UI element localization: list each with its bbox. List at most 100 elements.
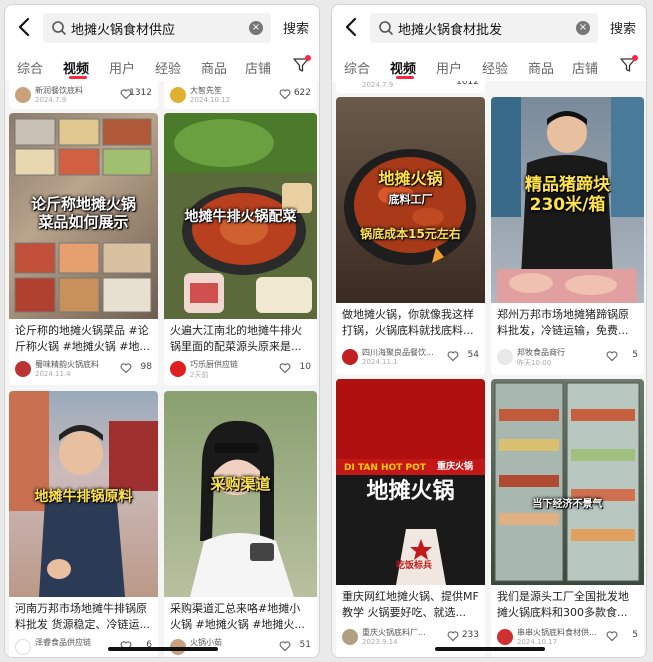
avatar[interactable]: [170, 361, 186, 377]
heart-icon[interactable]: [606, 630, 618, 642]
video-overlay-caption: 当下经济不景气: [532, 499, 603, 510]
heart-icon[interactable]: [447, 630, 459, 642]
video-thumbnail[interactable]: 地摊牛排火锅配菜: [164, 113, 317, 319]
tab-video[interactable]: 视频: [390, 58, 416, 77]
video-title[interactable]: 郑州万邦市场地摊猪蹄锅原料批发，冷链运输，免费...: [497, 307, 638, 339]
video-thumbnail[interactable]: 论斤称地摊火锅 菜品如何展示: [9, 113, 158, 319]
tab-products[interactable]: 商品: [201, 58, 227, 77]
video-title[interactable]: 火遍大江南北的地摊牛排火锅里面的配菜源头原来是...: [170, 323, 311, 355]
post-date: 2024.11.1: [362, 358, 398, 366]
card-meta: 串串火锅底料食材供... 2024.10.17 5: [497, 627, 638, 649]
like-count: 54: [467, 350, 479, 360]
post-date: 2024.10.17: [517, 638, 558, 646]
video-title[interactable]: 论斤称的地摊火锅菜品 #论斤称火锅 #地摊火锅 #地...: [15, 323, 152, 355]
filter-notification-dot: [632, 55, 638, 61]
video-overlay-caption: 地摊牛排火锅配菜: [184, 209, 297, 225]
avatar[interactable]: [497, 629, 513, 645]
video-card[interactable]: 地摊火锅 底料工厂 锅底成本15元左右 做地摊火锅，你就像我这样打锅，火锅底料就…: [336, 97, 485, 375]
search-button[interactable]: 搜索: [610, 18, 636, 37]
heart-icon[interactable]: [120, 362, 132, 374]
like-count: 1312: [129, 88, 152, 98]
video-thumbnail[interactable]: 地摊牛排锅原料: [9, 391, 158, 597]
tab-experience[interactable]: 经验: [482, 58, 508, 77]
post-date: 2024.11.4: [35, 370, 71, 378]
search-icon: [379, 21, 393, 35]
clear-icon[interactable]: ×: [576, 21, 590, 35]
video-thumbnail[interactable]: 地摊火锅 底料工厂 锅底成本15元左右: [336, 97, 485, 303]
post-date: 昨天10:00: [517, 359, 552, 367]
avatar[interactable]: [342, 349, 358, 365]
tab-video[interactable]: 视频: [63, 58, 89, 77]
home-indicator: [435, 647, 545, 651]
tab-comprehensive[interactable]: 综合: [17, 58, 43, 77]
heart-icon[interactable]: [279, 88, 291, 100]
author-name[interactable]: 邦牧食品商行: [517, 347, 609, 358]
video-overlay-caption: 地摊牛排锅原料: [34, 489, 133, 505]
video-title[interactable]: 做地摊火锅，你就像我这样打锅，火锅底料就找底料...: [342, 307, 479, 339]
video-thumbnail[interactable]: DI TAN HOT POT 重庆火锅 地摊火锅 吃饭标兵: [336, 379, 485, 585]
author-name[interactable]: 四川海聚良品餐饮...: [362, 347, 454, 358]
video-thumbnail[interactable]: 采购渠道: [164, 391, 317, 597]
video-card[interactable]: 地摊牛排锅原料 河南万邦市场地摊牛排锅原料批发 货源稳定、冷链运... 泽睿食品…: [9, 391, 158, 657]
avatar[interactable]: [15, 361, 31, 377]
author-name[interactable]: 新润餐饮底料: [35, 85, 127, 96]
card-partial[interactable]: 新润餐饮底料 2024.7.9 1312: [9, 81, 158, 109]
avatar[interactable]: [342, 629, 358, 645]
video-overlay-caption: 地摊火锅: [378, 169, 443, 188]
author-name[interactable]: 蜀味精韵火锅底料: [35, 359, 127, 370]
video-card[interactable]: 地摊牛排火锅配菜 火遍大江南北的地摊牛排火锅里面的配菜源头原来是... 巧乐厨供…: [164, 113, 317, 385]
card-partial[interactable]: 大智先笙 2024.10.12 622: [164, 81, 317, 109]
heart-icon[interactable]: [447, 350, 459, 362]
home-indicator: [108, 647, 218, 651]
video-overlay-bottom-caption: 锅底成本15元左右: [360, 227, 461, 241]
video-overlay-caption: 地摊火锅: [366, 479, 455, 504]
card-meta: 蜀味精韵火锅底料 2024.11.4 98: [15, 359, 152, 381]
tab-stores[interactable]: 店铺: [572, 58, 598, 77]
avatar[interactable]: [15, 87, 31, 103]
avatar[interactable]: [15, 639, 31, 655]
like-count: 10: [299, 362, 311, 372]
video-overlay-caption: 采购渠道: [210, 475, 271, 493]
card-partial[interactable]: 2024.7.9 1012: [336, 81, 485, 93]
heart-icon[interactable]: [279, 362, 291, 374]
tab-comprehensive[interactable]: 综合: [344, 58, 370, 77]
tab-products[interactable]: 商品: [528, 58, 554, 77]
search-query-text: 地摊火锅食材供应: [71, 23, 176, 38]
back-arrow-icon[interactable]: [15, 16, 35, 38]
tab-stores[interactable]: 店铺: [245, 58, 271, 77]
woman-portrait-image: [190, 420, 294, 597]
post-date: 2024.7.9: [35, 96, 67, 104]
video-card[interactable]: 采购渠道 采购渠道汇总来咯#地摊小火锅 #地摊火锅 #地摊火... 火锅小茹 5…: [164, 391, 317, 657]
search-input[interactable]: 地摊火锅食材批发 ×: [370, 13, 598, 43]
tab-users[interactable]: 用户: [109, 58, 135, 77]
video-title[interactable]: 我们是源头工厂全国批发地摊火锅底料和300多款食...: [497, 589, 638, 621]
author-name[interactable]: 串串火锅底料食材供...: [517, 627, 609, 638]
like-count: 51: [299, 640, 311, 650]
video-card[interactable]: DI TAN HOT POT 重庆火锅 地摊火锅 吃饭标兵 重庆网红地摊火锅、提…: [336, 379, 485, 657]
video-card[interactable]: 当下经济不景气 我们是源头工厂全国批发地摊火锅底料和300多款食... 串串火锅…: [491, 379, 644, 657]
video-title[interactable]: 重庆网红地摊火锅、提供MF教学 火锅要好吃、就选...: [342, 589, 479, 621]
heart-icon[interactable]: [606, 350, 618, 362]
back-arrow-icon[interactable]: [342, 16, 362, 38]
video-thumbnail[interactable]: 精品猪蹄块 230米/箱: [491, 97, 644, 303]
video-thumbnail[interactable]: 当下经济不景气: [491, 379, 644, 585]
avatar[interactable]: [170, 87, 186, 103]
heart-icon[interactable]: [279, 640, 291, 652]
tab-users[interactable]: 用户: [436, 58, 462, 77]
clear-icon[interactable]: ×: [249, 21, 263, 35]
like-count: 98: [140, 362, 152, 372]
search-button[interactable]: 搜索: [283, 18, 309, 37]
author-name[interactable]: 巧乐厨供应链: [190, 359, 282, 370]
video-title[interactable]: 河南万邦市场地摊牛排锅原料批发 货源稳定、冷链运...: [15, 601, 152, 633]
like-count: 622: [293, 88, 311, 98]
avatar[interactable]: [497, 349, 513, 365]
card-meta: 巧乐厨供应链 2天前 10: [170, 359, 311, 381]
tab-experience[interactable]: 经验: [155, 58, 181, 77]
author-name[interactable]: 重庆火锅底料厂...: [362, 627, 454, 638]
author-name[interactable]: 大智先笙: [190, 85, 282, 96]
video-overlay-caption: 论斤称地摊火锅 菜品如何展示: [30, 195, 136, 231]
search-input[interactable]: 地摊火锅食材供应 ×: [43, 13, 271, 43]
video-card[interactable]: 论斤称地摊火锅 菜品如何展示 论斤称的地摊火锅菜品 #论斤称火锅 #地摊火锅 #…: [9, 113, 158, 385]
video-title[interactable]: 采购渠道汇总来咯#地摊小火锅 #地摊火锅 #地摊火...: [170, 601, 311, 633]
video-card[interactable]: 精品猪蹄块 230米/箱 郑州万邦市场地摊猪蹄锅原料批发，冷链运输，免费... …: [491, 97, 644, 375]
